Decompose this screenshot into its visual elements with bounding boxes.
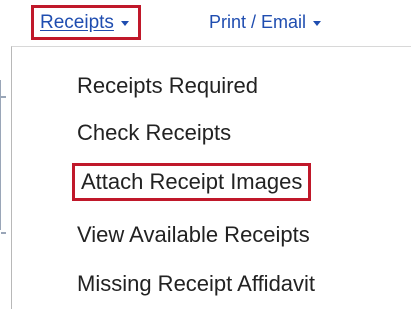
screenshot-stage: Receipts Print / Email Receipts Required… <box>0 0 414 309</box>
page-edge-divider <box>0 80 1 230</box>
page-edge-tick <box>1 96 6 98</box>
print-email-menu-button[interactable]: Print / Email <box>209 5 322 40</box>
receipts-menu-label: Receipts <box>40 11 114 33</box>
top-menu-bar: Receipts Print / Email <box>0 0 414 46</box>
receipts-dropdown-menu: Receipts Required Check Receipts Attach … <box>11 46 411 309</box>
menu-item-attach-receipt-images[interactable]: Attach Receipt Images <box>72 163 312 201</box>
page-edge-tick <box>1 232 6 234</box>
chevron-down-icon <box>120 20 129 26</box>
chevron-down-icon <box>313 20 322 26</box>
print-email-menu-label: Print / Email <box>209 12 307 32</box>
menu-item-check-receipts[interactable]: Check Receipts <box>77 120 231 146</box>
menu-item-missing-receipt-affidavit[interactable]: Missing Receipt Affidavit <box>77 271 315 297</box>
menu-item-receipts-required[interactable]: Receipts Required <box>77 73 258 99</box>
receipts-menu-button[interactable]: Receipts <box>31 5 141 40</box>
menu-item-view-available-receipts[interactable]: View Available Receipts <box>77 222 310 248</box>
